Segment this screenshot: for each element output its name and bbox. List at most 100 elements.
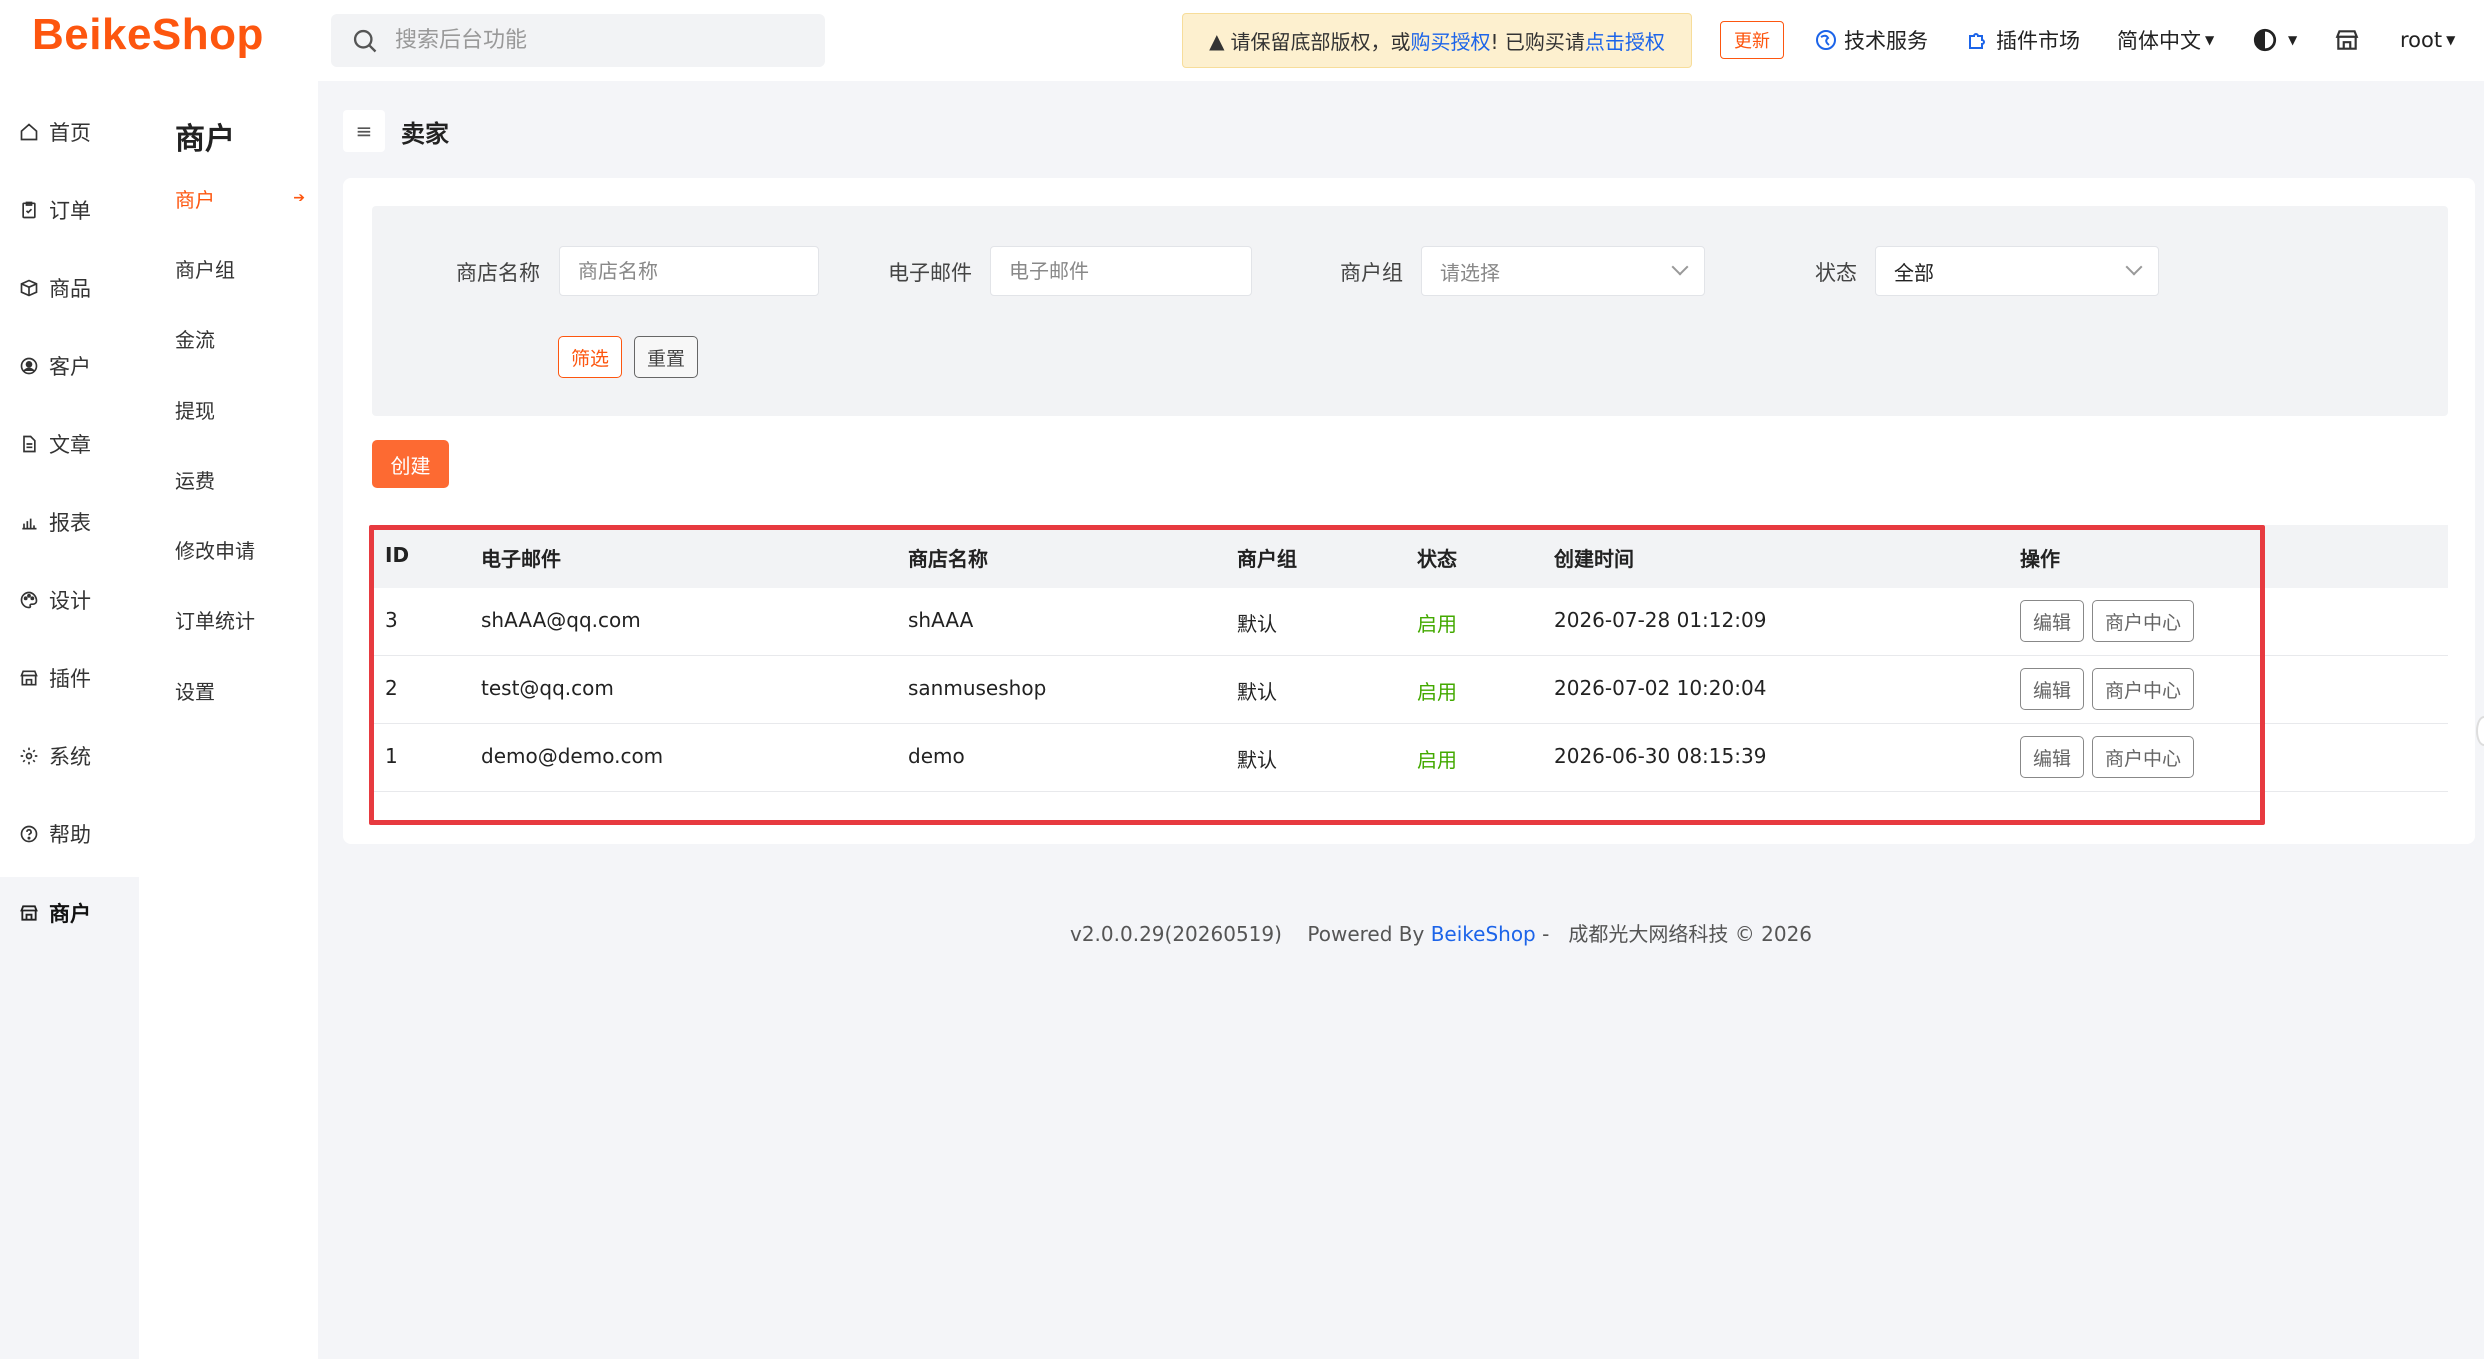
language-select[interactable]: 简体中文 ▼ (2117, 22, 2214, 58)
merchant-group-select[interactable]: 请选择 (1421, 246, 1705, 296)
filter-panel: 商店名称 电子邮件 商户组 请选择 状态 全部 (372, 206, 2448, 416)
submenu-item-withdraw[interactable]: 提现 (175, 391, 305, 427)
cell-email: shAAA@qq.com (481, 608, 641, 632)
edit-button[interactable]: 编辑 (2020, 668, 2084, 710)
sidebar-item-orders[interactable]: 订单 (0, 180, 139, 240)
cell-merchant-group: 默认 (1237, 612, 1277, 636)
col-status: 状态 (1417, 547, 1457, 571)
store-name-field[interactable] (559, 246, 819, 296)
cell-id: 1 (385, 744, 398, 768)
sidebar-item-plugins[interactable]: 插件 (0, 648, 139, 708)
authorize-link[interactable]: 点击授权 (1585, 26, 1665, 55)
submenu-item-merchants[interactable]: 商户 ➔ (175, 180, 305, 216)
sidebar-item-products[interactable]: 商品 (0, 258, 139, 318)
footer-brand-link[interactable]: BeikeShop (1431, 922, 1536, 946)
cell-created-at: 2026-07-02 10:20:04 (1554, 676, 1767, 700)
store-name-label: 商店名称 (456, 261, 540, 285)
col-merchant-group: 商户组 (1237, 547, 1297, 571)
email-label: 电子邮件 (888, 261, 972, 285)
submenu-title: 商户 (175, 122, 235, 157)
reset-button[interactable]: 重置 (634, 336, 698, 378)
clipboard-icon (22, 201, 36, 219)
cell-store-name: demo (908, 744, 965, 768)
merchant-center-button[interactable]: 商户中心 (2092, 668, 2194, 710)
help-icon (20, 825, 38, 843)
submenu-item-settings[interactable]: 设置 (175, 672, 305, 708)
home-icon (20, 123, 38, 141)
cell-merchant-group: 默认 (1237, 748, 1277, 772)
cell-id: 3 (385, 608, 398, 632)
sidebar-item-label: 系统 (49, 745, 91, 769)
email-input[interactable] (1009, 259, 1251, 283)
submenu-item-payment-flow[interactable]: 金流 (175, 320, 305, 356)
palette-icon (20, 591, 38, 609)
sidebar-item-system[interactable]: 系统 (0, 726, 139, 786)
sidebar-item-articles[interactable]: 文章 (0, 414, 139, 474)
contrast-icon (2253, 28, 2277, 52)
search-input[interactable] (395, 28, 795, 53)
secondary-menu: 商户 商户 ➔ 商户组 金流 提现 运费 修改申请 订单统计 设置 (139, 81, 318, 1359)
merchant-center-button[interactable]: 商户中心 (2092, 736, 2194, 778)
cell-merchant-group: 默认 (1237, 680, 1277, 704)
globe-icon (1816, 30, 1836, 50)
status-badge: 启用 (1417, 748, 1457, 772)
edit-button[interactable]: 编辑 (2020, 600, 2084, 642)
cell-created-at: 2026-07-28 01:12:09 (1554, 608, 1767, 632)
footer-version: v2.0.0.29(20260519) (1070, 922, 1282, 946)
submenu-item-merchant-groups[interactable]: 商户组 (175, 250, 305, 286)
footer-powered: Powered By (1307, 922, 1425, 946)
col-email: 电子邮件 (481, 547, 561, 571)
file-icon (23, 435, 36, 453)
edit-button[interactable]: 编辑 (2020, 736, 2084, 778)
side-handle[interactable] (2476, 716, 2484, 746)
language-label: 简体中文 (2117, 29, 2201, 53)
caret-down-icon: ▼ (2446, 33, 2456, 47)
submenu-item-shipping[interactable]: 运费 (175, 461, 305, 497)
caret-down-icon: ▼ (2288, 33, 2298, 47)
merchant-center-button[interactable]: 商户中心 (2092, 600, 2194, 642)
col-store-name: 商店名称 (908, 547, 988, 571)
cell-created-at: 2026-06-30 08:15:39 (1554, 744, 1767, 768)
search-box[interactable] (331, 14, 825, 67)
col-actions: 操作 (2020, 547, 2060, 571)
tech-service-link[interactable]: 技术服务 (1814, 22, 1928, 58)
sidebar-item-label: 帮助 (49, 823, 91, 847)
bar-chart-icon (22, 518, 37, 530)
store-front-link[interactable] (2334, 22, 2366, 58)
user-menu[interactable]: root ▼ (2400, 22, 2455, 58)
table-row: 3 shAAA@qq.com shAAA 默认 启用 2026-07-28 01… (372, 588, 2448, 656)
menu-toggle-button[interactable]: ≡ (343, 110, 385, 152)
create-button[interactable]: 创建 (372, 440, 449, 488)
caret-down-icon: ▼ (2205, 33, 2215, 47)
submenu-item-change-requests[interactable]: 修改申请 (175, 531, 305, 567)
theme-toggle[interactable]: ▼ (2252, 22, 2297, 58)
submenu-item-order-stats[interactable]: 订单统计 (175, 601, 305, 637)
store-name-input[interactable] (578, 259, 818, 283)
status-badge: 启用 (1417, 612, 1457, 636)
plugin-market-link[interactable]: 插件市场 (1966, 22, 2080, 58)
arrow-right-icon: ➔ (293, 190, 305, 206)
sidebar-item-customers[interactable]: 客户 (0, 336, 139, 396)
footer: v2.0.0.29(20260519) Powered By BeikeShop… (1070, 922, 1813, 946)
tech-service-label: 技术服务 (1844, 29, 1928, 53)
buy-license-link[interactable]: 购买授权 (1411, 26, 1491, 55)
sidebar-item-design[interactable]: 设计 (0, 570, 139, 630)
email-field[interactable] (990, 246, 1252, 296)
sidebar-item-label: 插件 (49, 667, 91, 691)
submenu-item-label: 商户 (175, 187, 215, 212)
sidebar-item-home[interactable]: 首页 (0, 102, 139, 162)
sidebar-item-help[interactable]: 帮助 (0, 804, 139, 864)
notice-text-1: 请保留底部版权，或 (1230, 30, 1411, 54)
sidebar-item-reports[interactable]: 报表 (0, 492, 139, 552)
update-button[interactable]: 更新 (1720, 21, 1784, 59)
filter-button[interactable]: 筛选 (558, 336, 622, 378)
notice-text-2: ! 已购买请 (1490, 30, 1585, 54)
status-select[interactable]: 全部 (1875, 246, 2159, 296)
plugin-market-label: 插件市场 (1996, 29, 2080, 53)
page-head: ≡ 卖家 (343, 110, 449, 152)
user-name: root (2400, 28, 2443, 52)
chevron-down-icon (1671, 258, 1689, 276)
logo[interactable]: BeikeShop (32, 10, 264, 60)
table-row: 2 test@qq.com sanmuseshop 默认 启用 2026-07-… (372, 656, 2448, 724)
sidebar-item-label: 文章 (49, 433, 91, 457)
